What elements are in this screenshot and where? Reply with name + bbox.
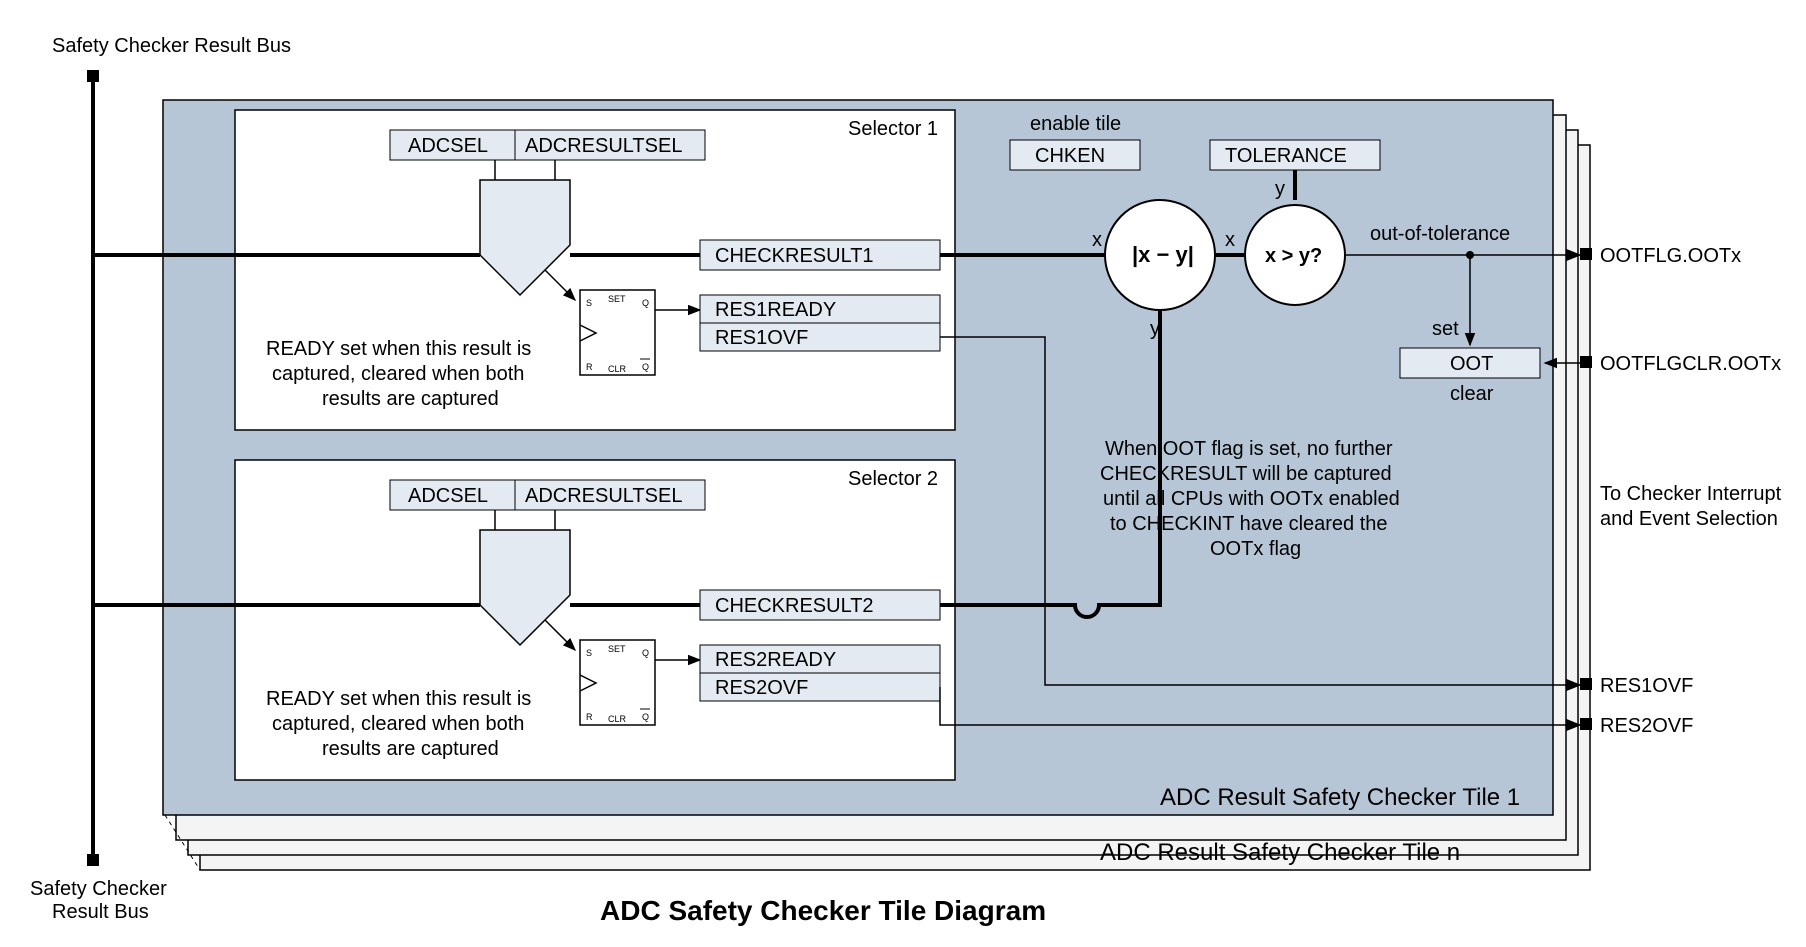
selector1-note-2: captured, cleared when both	[272, 363, 524, 385]
selector2-note-2: captured, cleared when both	[272, 713, 524, 735]
tile-n-label: ADC Result Safety Checker Tile n	[1100, 839, 1460, 866]
ootflgclr-port	[1580, 356, 1592, 368]
note-line-2: CHECKRESULT will be captured	[1100, 463, 1392, 485]
out-right-1: To Checker Interrupt	[1600, 483, 1782, 505]
checkresult1-label: CHECKRESULT1	[715, 245, 874, 267]
out-right-2: and Event Selection	[1600, 508, 1778, 530]
bus-top-label: Safety Checker Result Bus	[52, 35, 291, 57]
enable-tile-label: enable tile	[1030, 113, 1121, 135]
note-line-1: When OOT flag is set, no further	[1105, 438, 1393, 460]
junction-icon	[1466, 251, 1474, 259]
diagram-title: ADC Safety Checker Tile Diagram	[600, 895, 1046, 926]
ff-clr: CLR	[608, 364, 627, 374]
tile-1-label: ADC Result Safety Checker Tile 1	[1160, 784, 1520, 811]
res2ready-label: RES2READY	[715, 649, 836, 671]
bus-bottom-label-2: Result Bus	[52, 901, 149, 923]
selector-2-title: Selector 2	[848, 468, 938, 490]
ff2-r: R	[586, 712, 593, 722]
selector2-adcresultsel-label: ADCRESULTSEL	[525, 485, 682, 507]
selector2-adcsel-label: ADCSEL	[408, 485, 488, 507]
res1ovf-label: RES1OVF	[715, 327, 808, 349]
selector-1-title: Selector 1	[848, 118, 938, 140]
bus-node-top	[87, 70, 99, 82]
ootflg-port	[1580, 248, 1592, 260]
abs-op-label: |x − y|	[1132, 242, 1194, 267]
bus-bottom-label-1: Safety Checker	[30, 878, 167, 900]
bus-node-bottom	[87, 854, 99, 866]
tol-y-label: y	[1275, 178, 1285, 200]
abs-x-label: x	[1092, 229, 1102, 251]
tolerance-label: TOLERANCE	[1225, 145, 1347, 167]
res1ready-label: RES1READY	[715, 299, 836, 321]
ff2-set: SET	[608, 644, 626, 654]
note-line-3: until all CPUs with OOTx enabled	[1103, 488, 1400, 510]
ff-qbar: Q	[642, 362, 649, 372]
ff-set: SET	[608, 294, 626, 304]
out-of-tol-label: out-of-tolerance	[1370, 223, 1510, 245]
res2ovf-label: RES2OVF	[715, 677, 808, 699]
selector1-note-1: READY set when this result is	[266, 338, 531, 360]
ff2-clr: CLR	[608, 714, 627, 724]
selector2-note-3: results are captured	[322, 738, 499, 760]
ff2-qbar: Q	[642, 712, 649, 722]
note-line-4: to CHECKINT have cleared the	[1110, 513, 1388, 535]
ootflg-label: OOTFLG.OOTx	[1600, 245, 1741, 267]
clear-label: clear	[1450, 383, 1494, 405]
res1ovf-out-label: RES1OVF	[1600, 675, 1693, 697]
note-line-5: OOTx flag	[1210, 538, 1301, 560]
ff2-q: Q	[642, 648, 649, 658]
res2ovf-out-label: RES2OVF	[1600, 715, 1693, 737]
ootflgclr-label: OOTFLGCLR.OOTx	[1600, 353, 1781, 375]
selector1-adcsel-label: ADCSEL	[408, 135, 488, 157]
ff-r: R	[586, 362, 593, 372]
cmp-op-label: x > y?	[1265, 245, 1322, 267]
res1ovf-port	[1580, 678, 1592, 690]
ff2-s: S	[586, 648, 592, 658]
selector2-note-1: READY set when this result is	[266, 688, 531, 710]
res2ovf-port	[1580, 718, 1592, 730]
cmp-x-label: x	[1225, 229, 1235, 251]
ff-s: S	[586, 298, 592, 308]
oot-label: OOT	[1450, 353, 1493, 375]
chken-label: CHKEN	[1035, 145, 1105, 167]
selector1-note-3: results are captured	[322, 388, 499, 410]
ff-q: Q	[642, 298, 649, 308]
selector1-adcresultsel-label: ADCRESULTSEL	[525, 135, 682, 157]
checkresult2-label: CHECKRESULT2	[715, 595, 874, 617]
set-label: set	[1432, 318, 1459, 340]
